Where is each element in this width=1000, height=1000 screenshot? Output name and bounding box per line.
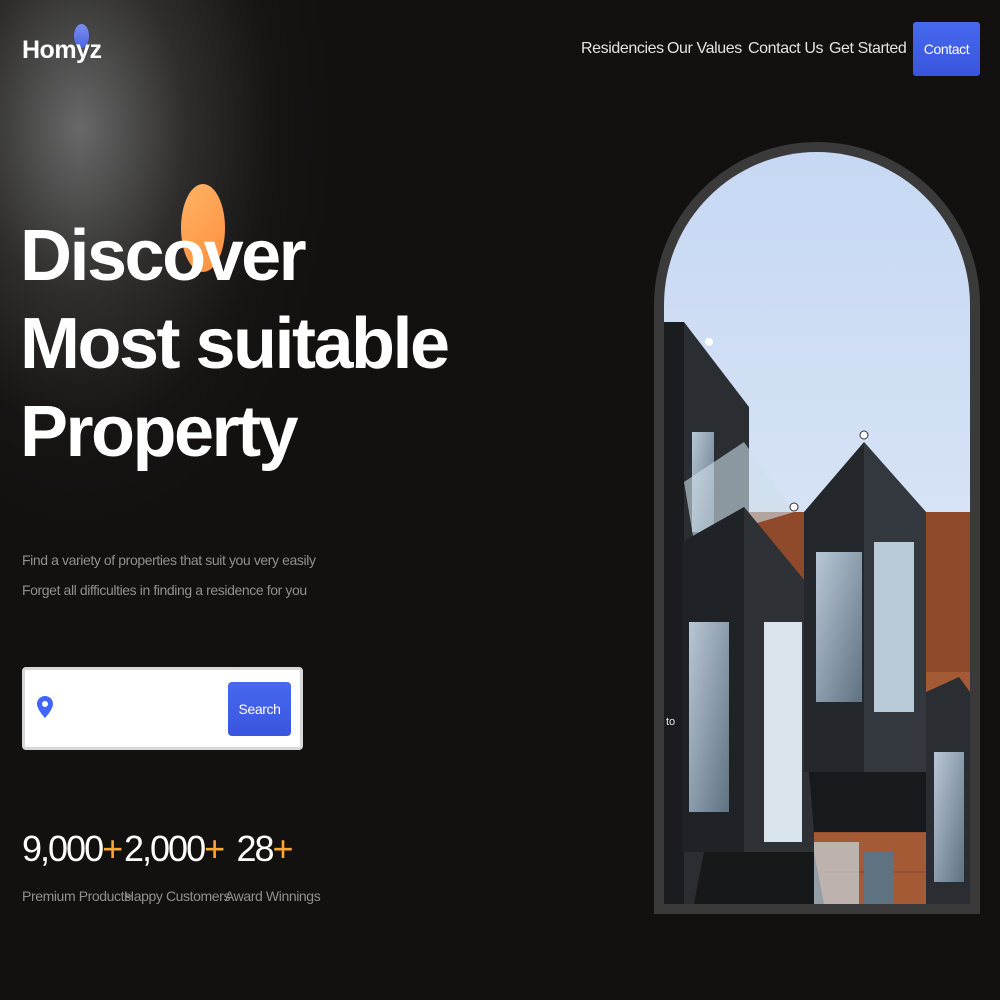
stat-value: 9,000+ xyxy=(22,826,123,872)
hero-description-line: Forget all difficulties in finding a res… xyxy=(22,582,307,598)
nav-contact-us[interactable]: Contact Us xyxy=(748,40,824,58)
search-button[interactable]: Search xyxy=(228,682,291,736)
stat-label: Premium Products xyxy=(22,888,131,904)
image-caption: to xyxy=(666,716,675,728)
stat-number: 9,000 xyxy=(22,828,104,869)
stat-number: 2,000 xyxy=(124,828,206,869)
stat-plus: + xyxy=(204,828,225,869)
stat-value: 28+ xyxy=(225,826,303,872)
page: Homyz Residencies Our Values Contact Us … xyxy=(0,0,1000,1000)
hero-description: Find a variety of properties that suit y… xyxy=(22,545,316,605)
stat-plus: + xyxy=(102,828,123,869)
stat-award-winnings: 28+ Award Winnings xyxy=(225,826,321,904)
stat-value: 2,000+ xyxy=(124,826,225,872)
building-image: to xyxy=(664,152,970,904)
location-pin-icon xyxy=(37,696,53,718)
hero-description-line: Find a variety of properties that suit y… xyxy=(22,552,316,568)
stat-label: Happy Customers xyxy=(124,888,231,904)
nav-residencies[interactable]: Residencies xyxy=(581,40,664,58)
stat-plus: + xyxy=(272,828,294,869)
stat-happy-customers: 2,000+ Happy Customers xyxy=(124,826,231,904)
search-bar: Search xyxy=(22,667,303,750)
hero-title-line: Property xyxy=(20,392,299,472)
nav-our-values[interactable]: Our Values xyxy=(667,40,742,58)
building-illustration: to xyxy=(664,152,970,904)
nav-get-started[interactable]: Get Started xyxy=(829,40,907,58)
contact-button[interactable]: Contact xyxy=(913,22,980,76)
hero-image-frame: to xyxy=(654,142,980,914)
hero-title-line: Most suitable xyxy=(20,304,450,384)
search-input[interactable] xyxy=(63,690,223,726)
stat-premium-products: 9,000+ Premium Products xyxy=(22,826,131,904)
logo[interactable]: Homyz xyxy=(22,36,102,65)
stat-label: Award Winnings xyxy=(225,888,321,904)
stat-number: 28 xyxy=(236,828,274,869)
hero-title-line: Discover xyxy=(20,216,307,296)
hero-title: Discover Most suitable Property xyxy=(20,212,450,476)
